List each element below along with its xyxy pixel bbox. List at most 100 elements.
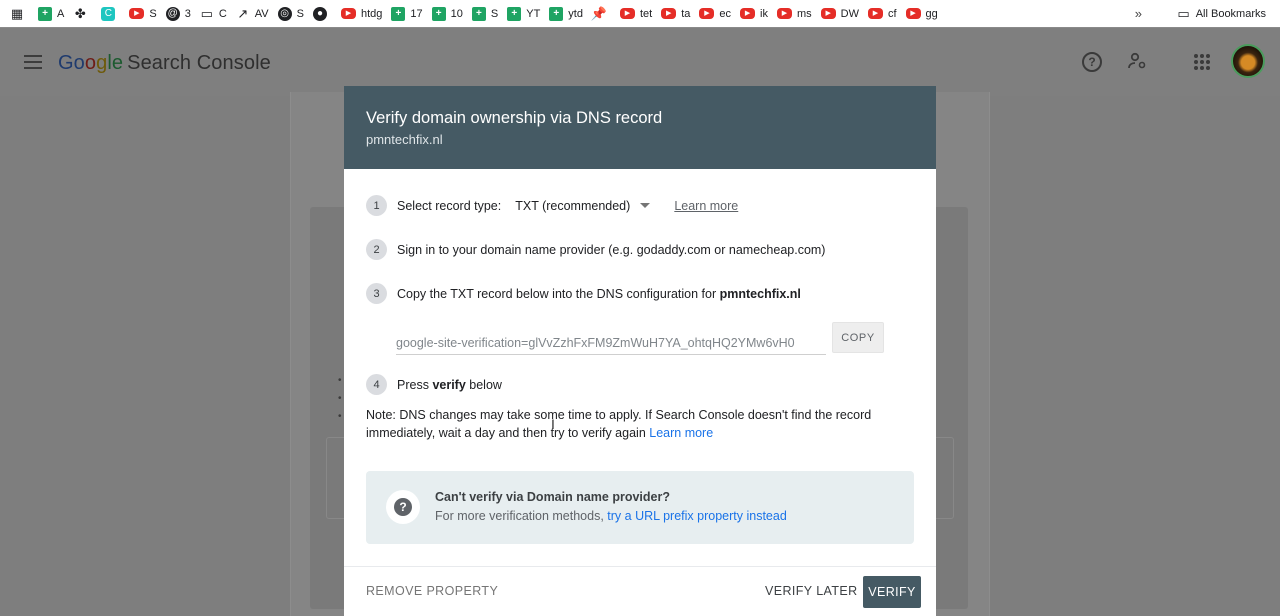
bookmark-item[interactable]: ▶ ta xyxy=(661,4,690,24)
bookmark-apps[interactable]: ▦ xyxy=(10,4,29,24)
bookmark-item[interactable]: + YT xyxy=(507,4,540,24)
youtube-icon: ▶ xyxy=(905,8,921,19)
bookmark-label: S xyxy=(296,7,304,20)
search-console-logo[interactable]: Google Search Console xyxy=(58,52,271,75)
help-circle-icon: ? xyxy=(386,490,420,524)
dns-note: Note: DNS changes may take some time to … xyxy=(366,406,906,442)
google-apps-icon[interactable] xyxy=(1194,54,1210,70)
help-icon[interactable]: ? xyxy=(1082,52,1102,72)
bookmark-label: YT xyxy=(526,7,541,20)
bookmark-label: C xyxy=(218,7,227,20)
sheets-icon: + xyxy=(507,6,522,21)
github-icon: ● xyxy=(312,6,327,21)
copy-button[interactable]: COPY xyxy=(832,322,884,353)
step-domain: pmntechfix.nl xyxy=(719,286,801,301)
bookmark-item[interactable]: ▶ S xyxy=(129,4,157,24)
folder-icon: ▭ xyxy=(200,6,213,21)
bookmark-label: gg xyxy=(925,7,938,20)
pin-icon: 📌 xyxy=(590,6,608,21)
bookmark-item[interactable]: +10 xyxy=(431,4,463,24)
bookmark-label: 17 xyxy=(410,7,423,20)
bookmark-item[interactable]: ▶ cf xyxy=(867,4,897,24)
verify-later-button[interactable]: VERIFY LATER xyxy=(765,584,858,598)
product-name: Search Console xyxy=(127,52,271,74)
bookmark-label: cf xyxy=(887,7,897,20)
bookmark-item[interactable]: ▶ ms xyxy=(776,4,812,24)
apps-grid-icon: ▦ xyxy=(10,6,24,21)
bookmark-item[interactable]: + ytd xyxy=(549,4,583,24)
remove-property-button[interactable]: REMOVE PROPERTY xyxy=(366,584,498,598)
youtube-icon: ▶ xyxy=(340,8,356,19)
bookmark-item[interactable]: ▭ C xyxy=(200,4,227,24)
bookmark-label: ec xyxy=(719,7,732,20)
all-bookmarks-button[interactable]: ▭ All Bookmarks xyxy=(1177,0,1266,27)
bookmark-item[interactable]: ▶ DW xyxy=(820,4,859,24)
bookmark-item[interactable]: ↗ AV xyxy=(236,4,268,24)
youtube-icon: ▶ xyxy=(776,8,792,19)
bookmark-item[interactable]: ▶ ik xyxy=(740,4,768,24)
text-cursor-icon: I xyxy=(551,416,555,432)
manage-users-icon[interactable] xyxy=(1126,50,1148,72)
bookmark-item[interactable]: ● xyxy=(312,4,332,24)
youtube-icon: ▶ xyxy=(699,8,715,19)
bookmark-item[interactable]: ◎ S xyxy=(277,4,304,24)
bookmark-label: ytd xyxy=(568,7,583,20)
bookmark-label: ms xyxy=(796,7,812,20)
step-number: 2 xyxy=(366,239,387,260)
bookmark-item[interactable]: ▶ htdg xyxy=(340,4,383,24)
cant-verify-text: For more verification methods, xyxy=(435,509,608,523)
youtube-icon: ▶ xyxy=(661,8,677,19)
record-type-select[interactable]: TXT (recommended) xyxy=(515,199,651,213)
bookmark-item[interactable]: C xyxy=(101,4,120,24)
bookmark-item[interactable]: ▶ gg xyxy=(905,4,938,24)
youtube-icon: ▶ xyxy=(129,8,145,19)
dialog-header: Verify domain ownership via DNS record p… xyxy=(344,86,936,169)
bookmark-item[interactable]: @3 xyxy=(165,4,191,24)
canva-icon: C xyxy=(101,6,116,21)
txt-record-field[interactable]: google-site-verification=glVvZzhFxFM9ZmW… xyxy=(396,333,826,355)
background-bullets: • • • xyxy=(338,375,342,422)
bookmark-item[interactable]: + A xyxy=(38,4,64,24)
note-learn-more-link[interactable]: Learn more xyxy=(649,426,713,440)
note-text: Note: DNS changes may take some time to … xyxy=(366,408,872,440)
logo-part: o xyxy=(84,52,97,74)
sheets-icon: + xyxy=(549,6,564,21)
verify-button[interactable]: VERIFY xyxy=(863,576,921,608)
trend-icon: ↗ xyxy=(237,6,249,21)
learn-more-link[interactable]: Learn more xyxy=(674,199,738,213)
bookmarks-bar: ▦ + A ✤ C ▶ S @3 ▭ C ↗ AV ◎ S ● ▶ htdg +17 +10… xyxy=(0,0,1280,27)
youtube-icon: ▶ xyxy=(740,8,756,19)
all-bookmarks-label: All Bookmarks xyxy=(1195,7,1266,20)
bookmark-item[interactable]: ▶ tet xyxy=(619,4,653,24)
dialog-title: Verify domain ownership via DNS record xyxy=(366,109,663,127)
avatar[interactable] xyxy=(1231,44,1265,78)
bookmark-label: 10 xyxy=(450,7,463,20)
bookmark-label: tet xyxy=(639,7,653,20)
step-text-post: below xyxy=(465,377,502,392)
more-bookmarks-chevron-icon[interactable]: » xyxy=(1135,0,1142,27)
step-2: 2 Sign in to your domain name provider (… xyxy=(366,239,825,260)
bookmark-item[interactable]: 📌 xyxy=(590,4,611,24)
bookmark-label: DW xyxy=(840,7,859,20)
logo-part: Go xyxy=(58,52,85,74)
bookmark-label: ta xyxy=(681,7,691,20)
bookmark-item[interactable]: + S xyxy=(471,4,499,24)
globe-icon: ◎ xyxy=(277,6,292,21)
url-prefix-link[interactable]: try a URL prefix property instead xyxy=(607,509,786,523)
cant-verify-desc: For more verification methods, try a URL… xyxy=(435,509,787,523)
step-4: 4 Press verify below xyxy=(366,374,502,395)
bookmark-label: htdg xyxy=(360,7,383,20)
bookmark-label: ik xyxy=(760,7,768,20)
cant-verify-panel: ? Can't verify via Domain name provider?… xyxy=(366,471,914,544)
youtube-icon: ▶ xyxy=(867,8,883,19)
logo-part: le xyxy=(107,52,124,74)
bookmark-label: S xyxy=(490,7,499,20)
bookmark-label: S xyxy=(149,7,157,20)
sheets-icon: + xyxy=(391,6,406,21)
cant-verify-title: Can't verify via Domain name provider? xyxy=(435,490,670,504)
bookmark-item[interactable]: ▶ ec xyxy=(699,4,731,24)
menu-icon[interactable] xyxy=(24,55,42,69)
step-1: 1 Select record type: TXT (recommended) … xyxy=(366,195,738,216)
bookmark-item[interactable]: ✤ xyxy=(73,4,92,24)
bookmark-item[interactable]: +17 xyxy=(391,4,423,24)
